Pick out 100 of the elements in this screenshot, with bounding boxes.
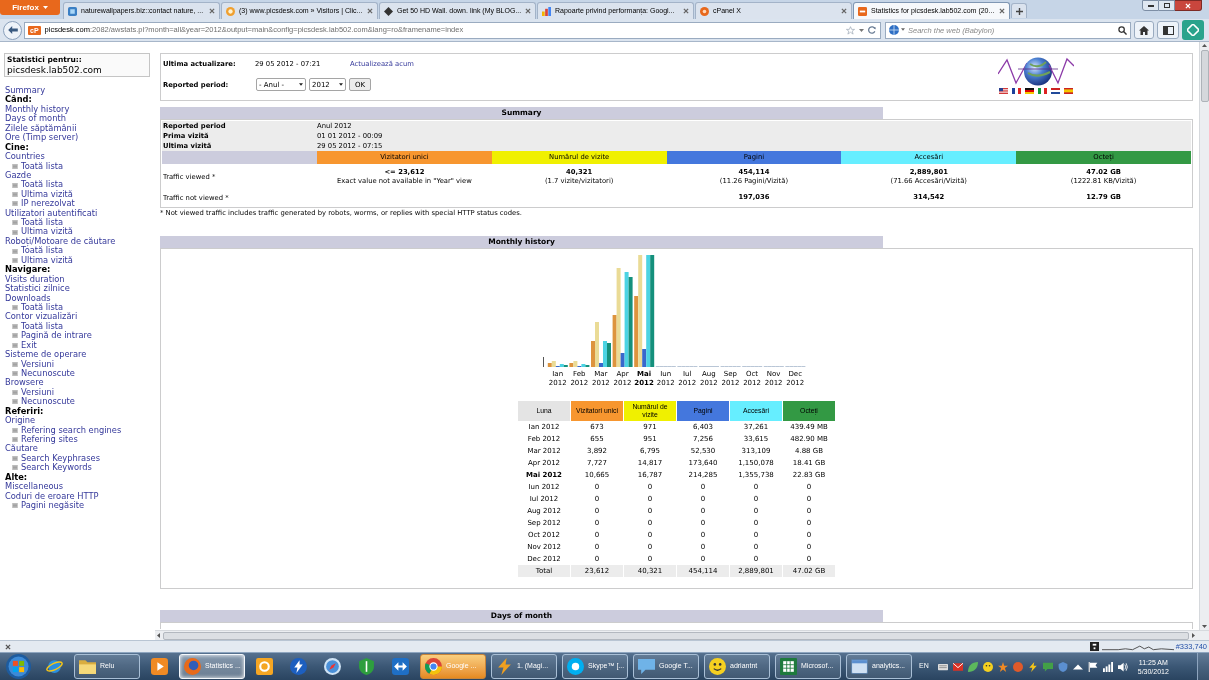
- nav-sublink[interactable]: Ultima vizită: [21, 255, 73, 266]
- nav-link[interactable]: Summary: [5, 86, 46, 96]
- unique-visitors-bar: [590, 341, 595, 367]
- smiley-icon[interactable]: [982, 661, 993, 672]
- back-button[interactable]: [3, 20, 22, 40]
- globe-icon[interactable]: [889, 24, 899, 35]
- arrow-down-icon[interactable]: [1202, 625, 1207, 628]
- nav-sublink[interactable]: Ultima vizită: [21, 227, 73, 237]
- chat-icon[interactable]: [1042, 661, 1053, 672]
- nav-link[interactable]: Zilele săptămânii: [5, 123, 77, 134]
- show-desktop-button[interactable]: [1197, 653, 1209, 680]
- leaf-icon[interactable]: [967, 661, 978, 672]
- nav-sublink[interactable]: Toată lista: [21, 218, 64, 228]
- close-icon[interactable]: [5, 643, 11, 650]
- nav-sublink[interactable]: Refering search engines: [21, 425, 122, 435]
- speech-bubble-icon: [638, 658, 655, 675]
- close-icon[interactable]: [841, 8, 847, 14]
- list-icon: [12, 192, 18, 197]
- nav-sublink[interactable]: Search Keyphrases: [21, 453, 100, 464]
- home-icon: [1139, 25, 1149, 35]
- close-window-button[interactable]: [1175, 0, 1202, 11]
- nav-link[interactable]: Gazde: [5, 170, 32, 181]
- compass-icon: [324, 658, 341, 675]
- scrollbar-thumb[interactable]: [1200, 50, 1209, 102]
- nav-sublink[interactable]: Toată lista: [21, 321, 64, 332]
- search-icon[interactable]: [1118, 25, 1127, 35]
- nav-link[interactable]: Coduri de eroare HTTP: [5, 491, 99, 501]
- flag-icon[interactable]: [1012, 88, 1021, 94]
- envelope-icon[interactable]: [952, 661, 963, 672]
- nav-link[interactable]: Sisteme de operare: [5, 350, 87, 360]
- home-button[interactable]: [1134, 21, 1154, 39]
- nav-link[interactable]: Ore (Timp server): [5, 133, 79, 143]
- nav-sublink[interactable]: Toată lista: [21, 302, 64, 313]
- nav-link[interactable]: Days of month: [5, 114, 66, 124]
- arrow-left-icon[interactable]: [157, 633, 160, 638]
- vertical-scrollbar[interactable]: [1199, 42, 1209, 630]
- nav-link[interactable]: Statistici zilnice: [5, 284, 70, 294]
- close-icon[interactable]: [683, 8, 689, 14]
- star-icon[interactable]: [846, 25, 855, 35]
- nav-link[interactable]: Countries: [5, 152, 45, 162]
- caret-icon[interactable]: [901, 28, 905, 31]
- nav-link[interactable]: Utilizatori autentificati: [5, 208, 98, 219]
- list-icon: [12, 257, 18, 263]
- nav-sublink[interactable]: Versiuni: [21, 359, 54, 369]
- nav-link[interactable]: Roboți/Motoare de căutare: [5, 236, 116, 247]
- nav-link[interactable]: Visits duration: [5, 274, 65, 285]
- nav-sublink[interactable]: Necunoscute: [21, 397, 75, 407]
- nav-link[interactable]: Browsere: [5, 378, 44, 388]
- nav-sublink[interactable]: Ultima vizită: [21, 189, 73, 200]
- nav-sublink[interactable]: Toată lista: [21, 161, 64, 171]
- nav-sublink[interactable]: Versiuni: [21, 387, 54, 398]
- close-icon[interactable]: [999, 8, 1005, 14]
- arrow-right-icon[interactable]: [1192, 633, 1195, 638]
- close-icon[interactable]: [367, 8, 373, 14]
- start-button[interactable]: [4, 653, 32, 680]
- nav-sublink[interactable]: Search Keywords: [21, 463, 92, 473]
- hits-bar: [559, 364, 564, 367]
- nav-link[interactable]: Origine: [5, 416, 36, 426]
- speaker-icon[interactable]: [1117, 661, 1128, 672]
- nav-link[interactable]: Miscellaneous: [5, 482, 64, 492]
- list-icon: [12, 324, 18, 329]
- minimize-button[interactable]: [1142, 0, 1159, 11]
- nav-sublink[interactable]: Exit: [21, 340, 37, 351]
- list-icon: [12, 305, 18, 311]
- nav-link[interactable]: Contor vizualizări: [5, 312, 78, 322]
- flag-icon[interactable]: [1051, 88, 1060, 94]
- shield-icon[interactable]: [1057, 661, 1068, 672]
- signal-icon[interactable]: [1102, 661, 1113, 672]
- unique-visitors-bar: [634, 296, 639, 367]
- flag-icon[interactable]: [999, 88, 1008, 94]
- close-icon[interactable]: [209, 8, 215, 14]
- nav-sublink[interactable]: IP nerezolvat: [21, 199, 75, 209]
- nav-sublink[interactable]: Toată lista: [21, 246, 64, 256]
- arrow-up-icon[interactable]: [1202, 44, 1207, 47]
- globe-icon[interactable]: [998, 56, 1074, 87]
- close-icon[interactable]: [525, 8, 532, 14]
- list-icon: [12, 248, 18, 254]
- pages-bar: [642, 349, 647, 367]
- nav-sublink[interactable]: Necunoscute: [21, 368, 75, 379]
- nav-link[interactable]: Căutare: [5, 444, 38, 454]
- nav-link[interactable]: Monthly history: [5, 104, 70, 115]
- list-icon: [12, 163, 18, 169]
- nav-link[interactable]: Downloads: [5, 293, 51, 303]
- nav-sublink[interactable]: Pagini negăsite: [21, 500, 85, 511]
- nav-sublink[interactable]: Pagină de intrare: [21, 331, 92, 341]
- reload-icon[interactable]: [868, 26, 876, 34]
- nav-sublink[interactable]: Toată lista: [21, 180, 64, 190]
- flag-icon[interactable]: [1087, 661, 1098, 672]
- toolbar-button[interactable]: [1157, 21, 1179, 39]
- star-icon[interactable]: [997, 661, 1008, 672]
- nav-sublink[interactable]: Refering sites: [21, 434, 78, 445]
- bolt-icon[interactable]: [1027, 661, 1038, 672]
- new-tab-button[interactable]: [1011, 3, 1027, 18]
- flag-icon[interactable]: [1025, 88, 1034, 94]
- maximize-button[interactable]: [1159, 0, 1175, 11]
- hits-bar: [602, 341, 607, 367]
- pages-bar: [620, 353, 625, 367]
- caret-icon[interactable]: [859, 28, 864, 32]
- smiley-icon: [709, 658, 726, 675]
- keyboard-icon[interactable]: [937, 661, 948, 672]
